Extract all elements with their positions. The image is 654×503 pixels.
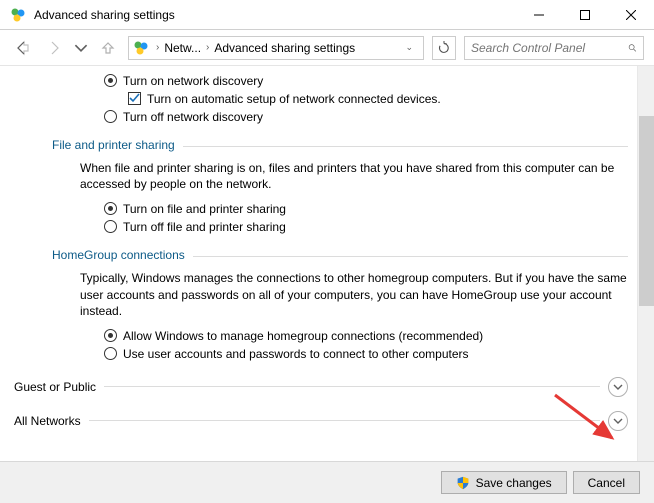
minimize-button[interactable] <box>516 0 562 30</box>
back-button[interactable] <box>10 36 34 60</box>
radio-row[interactable]: Turn off network discovery <box>104 108 628 126</box>
checkbox[interactable] <box>128 92 141 105</box>
vertical-scrollbar[interactable] <box>637 66 654 461</box>
content-pane: Turn on network discovery Turn on automa… <box>0 66 654 461</box>
button-label: Save changes <box>476 476 552 490</box>
section-header: File and printer sharing <box>52 138 628 152</box>
search-box[interactable] <box>464 36 644 60</box>
radio-label: Use user accounts and passwords to conne… <box>123 346 469 362</box>
section-header: HomeGroup connections <box>52 248 628 262</box>
radio-label: Turn off network discovery <box>123 109 263 125</box>
toolbar: › Netw... › Advanced sharing settings ⌄ <box>0 30 654 66</box>
scrollbar-thumb[interactable] <box>639 116 654 306</box>
section-title: File and printer sharing <box>52 138 175 152</box>
save-changes-button[interactable]: Save changes <box>441 471 567 494</box>
expand-button[interactable] <box>608 377 628 397</box>
breadcrumb-item[interactable]: Advanced sharing settings <box>214 41 355 55</box>
up-button[interactable] <box>96 36 120 60</box>
radio-row[interactable]: Turn on network discovery <box>104 72 628 90</box>
address-dropdown-button[interactable]: ⌄ <box>399 42 419 53</box>
radio-row[interactable]: Turn off file and printer sharing <box>104 218 628 236</box>
profile-label: Guest or Public <box>14 380 96 394</box>
footer: Save changes Cancel <box>0 461 654 503</box>
maximize-button[interactable] <box>562 0 608 30</box>
radio-label: Turn on network discovery <box>123 73 263 89</box>
search-icon <box>628 41 637 55</box>
recent-locations-button[interactable] <box>74 36 88 60</box>
expand-button[interactable] <box>608 411 628 431</box>
radio-row[interactable]: Use user accounts and passwords to conne… <box>104 345 628 363</box>
section-description: When file and printer sharing is on, fil… <box>80 160 628 192</box>
radio-button[interactable] <box>104 329 117 342</box>
titlebar: Advanced sharing settings <box>0 0 654 30</box>
section-title: HomeGroup connections <box>52 248 185 262</box>
control-panel-icon <box>10 7 26 23</box>
radio-row[interactable]: Turn on file and printer sharing <box>104 200 628 218</box>
profile-row-all-networks: All Networks <box>14 411 628 431</box>
refresh-button[interactable] <box>432 36 456 60</box>
checkbox-row[interactable]: Turn on automatic setup of network conne… <box>128 90 628 108</box>
radio-button[interactable] <box>104 74 117 87</box>
chevron-right-icon[interactable]: › <box>154 42 161 53</box>
radio-button[interactable] <box>104 110 117 123</box>
radio-button[interactable] <box>104 347 117 360</box>
cancel-button[interactable]: Cancel <box>573 471 640 494</box>
breadcrumb-item[interactable]: Netw... <box>164 41 201 55</box>
profile-label: All Networks <box>14 414 81 428</box>
radio-button[interactable] <box>104 220 117 233</box>
checkbox-label: Turn on automatic setup of network conne… <box>147 91 441 107</box>
profile-row-guest: Guest or Public <box>14 377 628 397</box>
search-input[interactable] <box>471 41 628 55</box>
chevron-right-icon[interactable]: › <box>204 42 211 53</box>
radio-label: Turn on file and printer sharing <box>123 201 286 217</box>
close-button[interactable] <box>608 0 654 30</box>
radio-label: Turn off file and printer sharing <box>123 219 286 235</box>
shield-icon <box>456 476 470 490</box>
radio-button[interactable] <box>104 202 117 215</box>
section-description: Typically, Windows manages the connectio… <box>80 270 628 319</box>
radio-row[interactable]: Allow Windows to manage homegroup connec… <box>104 327 628 345</box>
address-bar[interactable]: › Netw... › Advanced sharing settings ⌄ <box>128 36 424 60</box>
forward-button[interactable] <box>42 36 66 60</box>
button-label: Cancel <box>588 476 625 490</box>
radio-label: Allow Windows to manage homegroup connec… <box>123 328 483 344</box>
control-panel-icon <box>133 40 149 56</box>
window-title: Advanced sharing settings <box>34 8 516 22</box>
